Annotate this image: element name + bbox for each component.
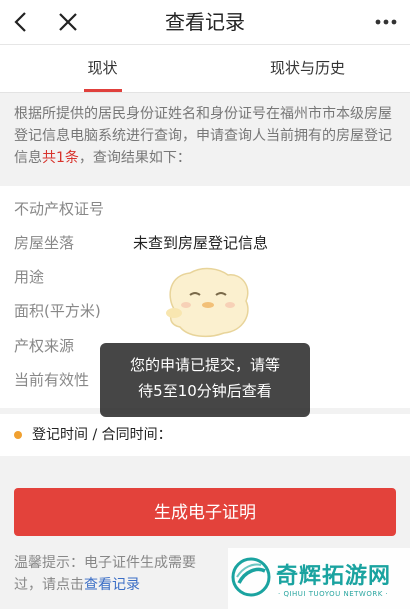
view-records-link[interactable]: 查看记录 <box>84 577 140 593</box>
top-bar: 查看记录 <box>0 0 410 45</box>
more-dots-icon[interactable] <box>374 18 398 26</box>
tip-prefix: 过，请点击 <box>14 577 84 593</box>
mascot-illustration <box>166 267 249 338</box>
record-time-row: 登记时间 / 合同时间： <box>0 414 410 456</box>
watermark-subtitle: · QIHUI TUOYOU NETWORK · <box>278 590 389 598</box>
toast-line-2: 待5至10分钟后查看 <box>138 382 272 400</box>
tab-current-status[interactable]: 现状 <box>0 45 205 92</box>
label-usage: 用途 <box>14 268 45 286</box>
toast-line-1: 您的申请已提交，请等 <box>129 356 280 374</box>
query-notice: 根据所提供的居民身份证姓名和身份证号在福州市市本级房屋登记信息电脑系统进行查询，… <box>0 93 410 180</box>
tab-status-and-history[interactable]: 现状与历史 <box>205 45 410 92</box>
site-watermark: 奇辉拓游网 · QIHUI TUOYOU NETWORK · <box>228 548 410 609</box>
record-count: 共1条 <box>42 150 79 166</box>
active-tab-indicator <box>84 89 122 92</box>
label-area: 面积(平方米) <box>14 302 101 320</box>
record-time-label: 登记时间 / 合同时间： <box>32 427 172 443</box>
label-location: 房屋坐落 <box>14 234 75 252</box>
notice-text-end: ，查询结果如下： <box>78 150 191 166</box>
chevron-left-icon[interactable] <box>10 11 32 33</box>
bullet-dot-icon <box>14 431 22 439</box>
label-property-source: 产权来源 <box>14 337 75 355</box>
watermark-logo-icon <box>231 557 271 597</box>
close-icon[interactable] <box>57 11 79 33</box>
no-record-message: 未查到房屋登记信息 <box>133 234 269 252</box>
tab-bar: 现状 现状与历史 <box>0 45 410 93</box>
label-property-cert-no: 不动产权证号 <box>14 200 105 218</box>
generate-certificate-button[interactable]: 生成电子证明 <box>14 488 396 536</box>
label-validity: 当前有效性 <box>14 371 90 389</box>
watermark-title: 奇辉拓游网 <box>276 564 392 589</box>
submitted-toast: 您的申请已提交，请等 待5至10分钟后查看 <box>100 343 310 417</box>
